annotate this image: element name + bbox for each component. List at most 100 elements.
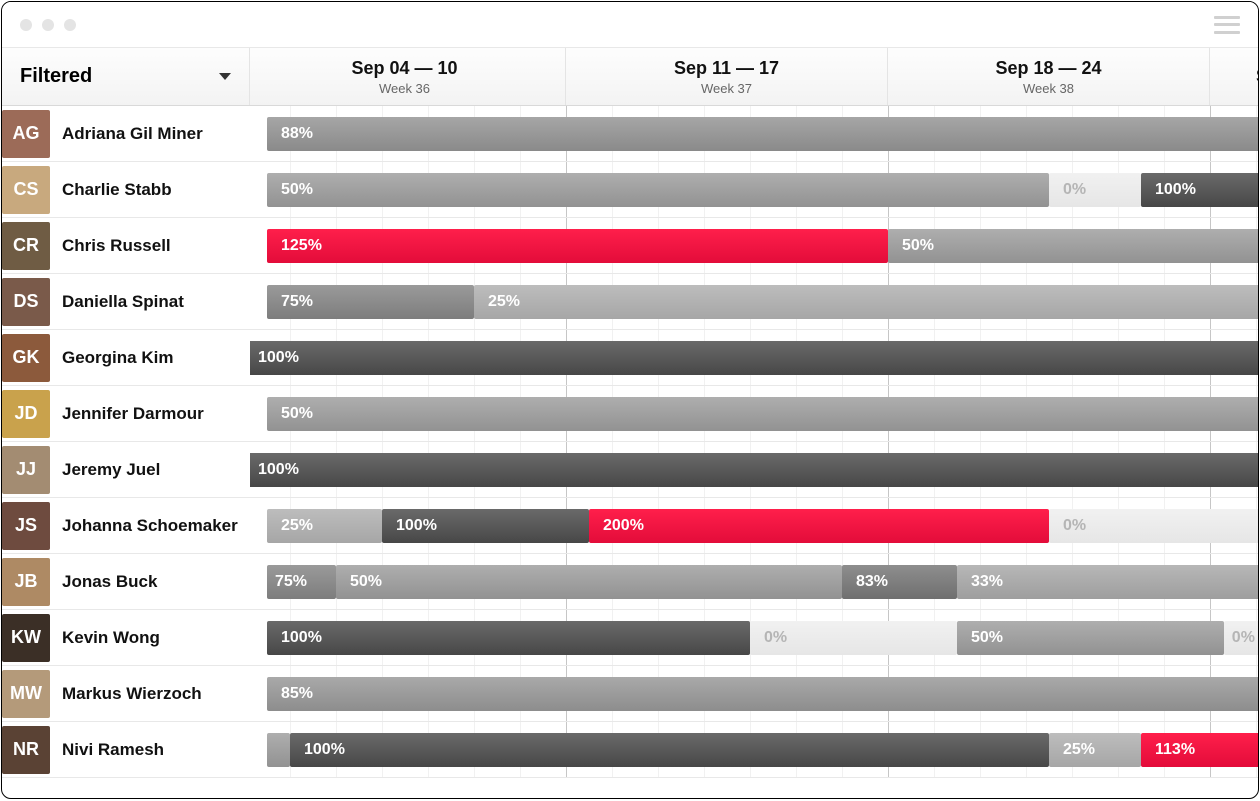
utilization-track[interactable]: 100% <box>250 330 1258 385</box>
utilization-track[interactable]: 50% <box>250 386 1258 441</box>
allocation-bar[interactable]: 25% <box>474 285 1258 319</box>
allocation-bar[interactable]: 88% <box>267 117 1258 151</box>
allocation-bar[interactable]: 0% <box>1049 509 1258 543</box>
allocation-percent: 33% <box>971 573 1003 591</box>
allocation-bar[interactable]: 113% <box>1141 733 1258 767</box>
allocation-percent: 0% <box>1063 517 1086 535</box>
allocation-bar[interactable]: 100% <box>250 341 1258 375</box>
person-name: Markus Wierzoch <box>62 684 202 704</box>
timeline-header[interactable]: Sep 04 — 10Week 36Sep 11 — 17Week 37Sep … <box>250 48 1258 105</box>
allocation-bar[interactable]: 83% <box>842 565 957 599</box>
week-range: Sep 11 — 17 <box>674 58 779 79</box>
allocation-bar[interactable]: 0% <box>750 621 957 655</box>
allocation-bar[interactable]: 100% <box>267 621 750 655</box>
filter-label: Filtered <box>20 65 92 88</box>
person-cell[interactable]: CSCharlie Stabb <box>2 162 250 217</box>
person-name: Adriana Gil Miner <box>62 124 203 144</box>
utilization-track[interactable]: 100% 25% 113% <box>250 722 1258 777</box>
week-column[interactable]: Sep 18 — 24 Week 38 <box>888 48 1210 105</box>
allocation-percent: 0% <box>1232 629 1255 647</box>
utilization-track[interactable]: 75% 25% <box>250 274 1258 329</box>
person-cell[interactable]: JBJonas Buck <box>2 554 250 609</box>
allocation-bar[interactable]: 100% <box>382 509 589 543</box>
allocation-bar[interactable]: 75% <box>267 285 474 319</box>
person-cell[interactable]: GKGeorgina Kim <box>2 330 250 385</box>
minimize-icon[interactable] <box>42 19 54 31</box>
allocation-percent: 125% <box>281 237 322 255</box>
week-range: Sep 04 — 10 <box>351 58 457 79</box>
allocation-bar[interactable]: 0% <box>1224 621 1258 655</box>
allocation-percent: 50% <box>281 405 313 423</box>
allocation-percent: 100% <box>258 461 299 479</box>
allocation-bar[interactable]: 85% <box>267 677 1258 711</box>
week-column[interactable]: Sep 11 — 17 Week 37 <box>566 48 888 105</box>
allocation-bar[interactable]: 100% <box>290 733 1049 767</box>
utilization-track[interactable]: 50% 0% 100% <box>250 162 1258 217</box>
resource-row: CSCharlie Stabb 50% 0% 100% <box>2 162 1258 218</box>
menu-icon[interactable] <box>1214 16 1240 34</box>
utilization-track[interactable]: 25%100% 200% 0% <box>250 498 1258 553</box>
week-column[interactable]: Sep 04 — 10Week 36 <box>250 48 566 105</box>
week-column[interactable]: Sep <box>1210 48 1258 105</box>
allocation-bar[interactable]: 100% <box>1141 173 1258 207</box>
maximize-icon[interactable] <box>64 19 76 31</box>
person-name: Johanna Schoemaker <box>62 516 238 536</box>
person-cell[interactable]: DSDaniella Spinat <box>2 274 250 329</box>
person-cell[interactable]: JDJennifer Darmour <box>2 386 250 441</box>
allocation-bar[interactable]: 50% <box>888 229 1258 263</box>
allocation-bar[interactable]: 75% <box>267 565 336 599</box>
allocation-percent: 88% <box>281 125 313 143</box>
resource-row: CRChris Russell 125% 50% <box>2 218 1258 274</box>
week-number: Week 38 <box>1023 81 1074 96</box>
resource-row: JJJeremy Juel 100% <box>2 442 1258 498</box>
allocation-bar[interactable]: 50% <box>267 397 1258 431</box>
person-name: Chris Russell <box>62 236 171 256</box>
utilization-track[interactable]: 100% <box>250 442 1258 497</box>
allocation-percent: 113% <box>1155 741 1195 759</box>
allocation-bar[interactable]: 0% <box>1049 173 1141 207</box>
resource-row: DSDaniella Spinat 75% 25% <box>2 274 1258 330</box>
person-cell[interactable]: AGAdriana Gil Miner <box>2 106 250 161</box>
allocation-bar[interactable]: 50% <box>336 565 842 599</box>
allocation-percent: 50% <box>971 629 1003 647</box>
week-range: Sep 18 — 24 <box>995 58 1101 79</box>
week-number: Week 37 <box>701 81 752 96</box>
allocation-bar[interactable]: 33% <box>957 565 1258 599</box>
avatar: JB <box>2 558 50 606</box>
app-window: Filtered Sep 04 — 10Week 36 Sep 11 — 17 We… <box>1 1 1259 799</box>
allocation-percent: 200% <box>603 517 644 535</box>
resource-row: AGAdriana Gil Miner 88% <box>2 106 1258 162</box>
avatar: JJ <box>2 446 50 494</box>
person-cell[interactable]: KWKevin Wong <box>2 610 250 665</box>
allocation-bar[interactable]: 125% <box>267 229 888 263</box>
person-cell[interactable]: JJJeremy Juel <box>2 442 250 497</box>
week-range: Sep <box>1256 66 1258 87</box>
resource-row: GKGeorgina Kim100% <box>2 330 1258 386</box>
chevron-down-icon <box>219 73 231 80</box>
utilization-track[interactable]: 88% <box>250 106 1258 161</box>
person-cell[interactable]: JS Johanna Schoemaker <box>2 498 250 553</box>
utilization-track[interactable]: 85% <box>250 666 1258 721</box>
person-cell[interactable]: NRNivi Ramesh <box>2 722 250 777</box>
allocation-bar[interactable]: 100% <box>250 453 1258 487</box>
allocation-percent: 0% <box>1063 181 1086 199</box>
allocation-percent: 100% <box>281 629 322 647</box>
person-cell[interactable]: MWMarkus Wierzoch <box>2 666 250 721</box>
allocation-bar[interactable]: 25% <box>267 509 382 543</box>
utilization-track[interactable]: 100% 0% 50% 0% <box>250 610 1258 665</box>
allocation-bar[interactable]: 50% <box>267 173 1049 207</box>
allocation-percent: 25% <box>1063 741 1095 759</box>
allocation-bar[interactable] <box>267 733 290 767</box>
allocation-percent: 25% <box>488 293 520 311</box>
allocation-bar[interactable]: 50% <box>957 621 1224 655</box>
allocation-bar[interactable]: 25% <box>1049 733 1141 767</box>
utilization-track[interactable]: 75%50%83% 33% <box>250 554 1258 609</box>
utilization-track[interactable]: 125% 50% <box>250 218 1258 273</box>
close-icon[interactable] <box>20 19 32 31</box>
resource-rows: AGAdriana Gil Miner88%CSCharlie Stabb50%… <box>2 106 1258 798</box>
avatar: JS <box>2 502 50 550</box>
person-name: Kevin Wong <box>62 628 160 648</box>
person-cell[interactable]: CRChris Russell <box>2 218 250 273</box>
allocation-bar[interactable]: 200% <box>589 509 1049 543</box>
filter-dropdown[interactable]: Filtered <box>2 48 250 105</box>
